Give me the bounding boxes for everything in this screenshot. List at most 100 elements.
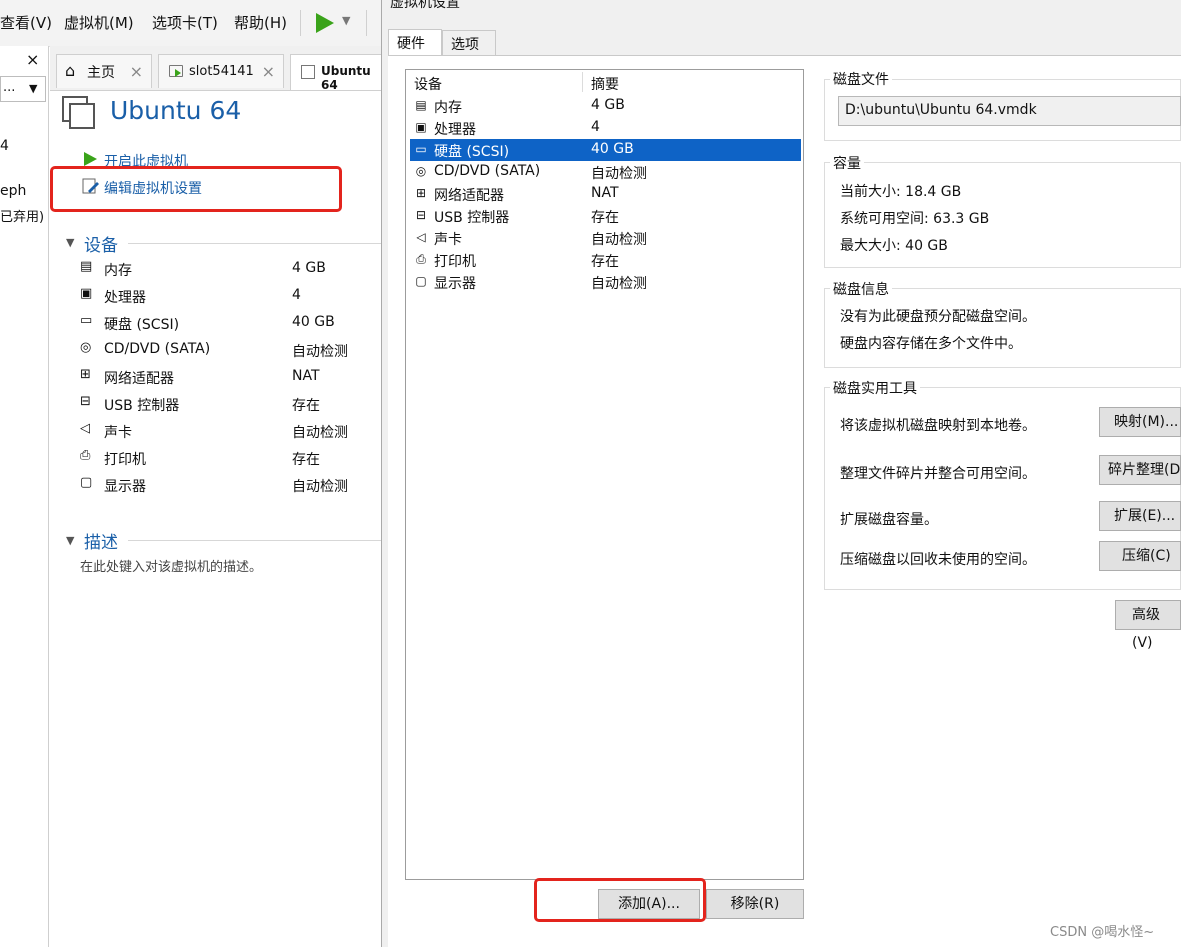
collapse-icon[interactable]: ▼ [66,236,74,249]
sound-icon: ◁ [416,230,426,244]
defragment-button[interactable]: 碎片整理(D [1099,455,1181,485]
network-icon: ⊞ [415,186,427,200]
map-button[interactable]: 映射(M)... [1099,407,1181,437]
tab-ubuntu64[interactable]: Ubuntu 64 [290,54,382,92]
highlight-box [534,878,706,922]
hardware-device-list[interactable]: 设备 摘要 ▤ 内存 4 GB ▣ 处理器 4 ▭ 硬盘 (SCSI) 40 G… [405,69,804,880]
vm-large-icon [62,96,95,129]
monitor-icon: ▢ [415,274,427,288]
compact-description: 压缩磁盘以回收未使用的空间。 [840,552,1036,568]
menu-separator [300,10,301,36]
list-row-network[interactable]: ⊞ 网络适配器 NAT [410,183,801,205]
list-row-memory[interactable]: ▤ 内存 4 GB [410,95,801,117]
library-item[interactable]: 已弃用) [0,206,44,225]
defrag-description: 整理文件碎片并整合可用空间。 [840,466,1036,482]
usb-icon: ⊟ [80,394,91,409]
printer-icon: ⎙ [80,448,91,463]
library-panel: × ... ▼ 4 eph 已弃用) [0,46,49,947]
disk-file-title: 磁盘文件 [830,69,892,89]
device-row-usb[interactable]: ⊟ USB 控制器 存在 [78,393,378,417]
remove-button[interactable]: 移除(R) [706,889,804,919]
collapse-icon[interactable]: ▼ [66,534,74,547]
list-row-usb[interactable]: ⊟ USB 控制器 存在 [410,205,801,227]
home-icon: ⌂ [65,61,76,80]
list-row-monitor[interactable]: ▢ 显示器 自动检测 [410,271,801,293]
list-row-sound[interactable]: ◁ 声卡 自动检测 [410,227,801,249]
device-summary-list: ▤ 内存 4 GB ▣ 处理器 4 ▭ 硬盘 (SCSI) 40 GB ◎ CD… [78,258,378,508]
tab-home[interactable]: ⌂ 主页 × [56,54,152,88]
vm-icon [301,65,315,79]
section-divider [128,540,382,541]
device-row-sound[interactable]: ◁ 声卡 自动检测 [78,420,378,444]
play-icon[interactable] [314,12,336,34]
menu-view[interactable]: 查看(V) [0,12,52,33]
compact-button[interactable]: 压缩(C) [1099,541,1181,571]
menu-separator [366,10,367,36]
library-item[interactable]: 4 [0,138,9,154]
list-row-harddisk[interactable]: ▭ 硬盘 (SCSI) 40 GB [410,139,801,161]
harddisk-icon: ▭ [415,142,427,156]
menu-help[interactable]: 帮助(H) [234,12,287,33]
disk-info-line: 没有为此硬盘预分配磁盘空间。 [840,309,1036,325]
device-row-monitor[interactable]: ▢ 显示器 自动检测 [78,474,378,498]
disk-file-path-field[interactable]: D:\ubuntu\Ubuntu 64.vmdk [838,96,1181,126]
description-field[interactable]: 在此处键入对该虚拟机的描述。 [80,556,262,575]
harddisk-icon: ▭ [80,313,93,328]
memory-icon: ▤ [415,98,427,112]
chevron-down-icon: ▼ [29,82,38,95]
menu-tabs[interactable]: 选项卡(T) [152,12,218,33]
list-row-printer[interactable]: ⎙ 打印机 存在 [410,249,801,271]
advanced-button[interactable]: 高级(V) [1115,600,1181,651]
menu-bar: 查看(V) 虚拟机(M) 选项卡(T) 帮助(H) ▼ [0,0,382,47]
device-column-header[interactable]: 设备 [414,74,442,94]
cd-icon: ◎ [415,164,427,178]
device-row-network[interactable]: ⊞ 网络适配器 NAT [78,366,378,390]
device-row-memory[interactable]: ▤ 内存 4 GB [78,258,378,282]
disk-info-line: 硬盘内容存储在多个文件中。 [840,336,1022,352]
disk-utilities-title: 磁盘实用工具 [830,378,920,398]
device-row-cd[interactable]: ◎ CD/DVD (SATA) 自动检测 [78,339,378,363]
capacity-title: 容量 [830,153,864,173]
tab-options[interactable]: 选项 [442,30,496,56]
device-row-cpu[interactable]: ▣ 处理器 4 [78,285,378,309]
menu-vm[interactable]: 虚拟机(M) [64,12,134,33]
sound-icon: ◁ [80,421,90,436]
devices-section-header[interactable]: 设备 [84,231,118,256]
map-description: 将该虚拟机磁盘映射到本地卷。 [840,418,1036,434]
cpu-icon: ▣ [415,120,427,134]
close-icon[interactable]: × [130,62,143,81]
cpu-icon: ▣ [80,286,93,301]
list-row-cd[interactable]: ◎ CD/DVD (SATA) 自动检测 [410,161,801,183]
monitor-icon: ▢ [80,475,93,490]
tab-hardware[interactable]: 硬件 [388,29,442,57]
description-section-header[interactable]: 描述 [84,528,118,553]
library-item[interactable]: eph [0,183,26,199]
library-close-icon[interactable]: × [26,50,39,69]
highlight-box [50,166,342,212]
dialog-title: 虚拟机设置 [390,0,460,11]
device-row-printer[interactable]: ⎙ 打印机 存在 [78,447,378,471]
max-size: 最大大小: 40 GB [840,238,948,254]
close-icon[interactable]: × [262,62,275,81]
cd-icon: ◎ [80,340,92,355]
usb-icon: ⊟ [415,208,427,222]
disk-info-group [824,288,1181,368]
watermark: CSDN @喝水怪~ [1050,925,1155,940]
play-dropdown-icon[interactable]: ▼ [342,14,350,27]
list-row-cpu[interactable]: ▣ 处理器 4 [410,117,801,139]
network-icon: ⊞ [80,367,91,382]
tab-bar: ⌂ 主页 × slot54141 × Ubuntu 64 [50,46,382,92]
device-row-harddisk[interactable]: ▭ 硬盘 (SCSI) 40 GB [78,312,378,336]
library-search-dropdown[interactable]: ... ▼ [0,76,46,102]
disk-info-title: 磁盘信息 [830,279,892,299]
tab-slot54141[interactable]: slot54141 × [158,54,284,88]
printer-icon: ⎙ [416,252,426,266]
expand-description: 扩展磁盘容量。 [840,512,938,528]
vm-title: Ubuntu 64 [110,96,242,125]
play-icon [84,152,97,166]
memory-icon: ▤ [80,259,93,274]
running-icon [175,69,181,77]
expand-button[interactable]: 扩展(E)... [1099,501,1181,531]
summary-column-header[interactable]: 摘要 [591,74,619,94]
section-divider [128,243,382,244]
